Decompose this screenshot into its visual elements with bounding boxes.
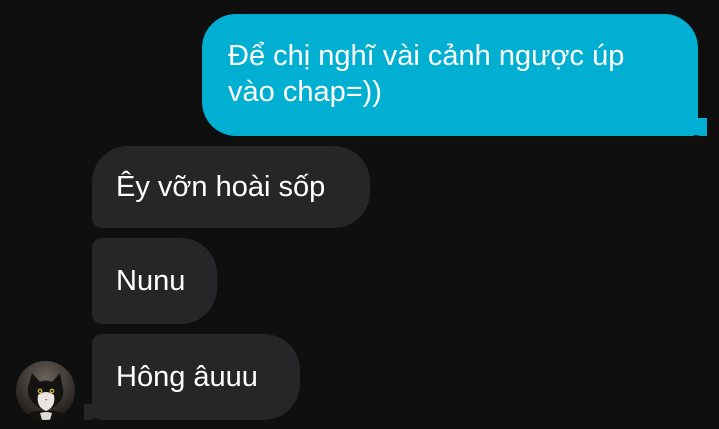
cat-photo-icon <box>16 361 75 420</box>
message-text: Nunu <box>116 265 186 297</box>
sender-avatar[interactable] <box>16 361 75 420</box>
message-text: Hông âuuu <box>116 361 258 393</box>
message-thread: Để chị nghĩ vài cảnh ngược úp vào chap=)… <box>0 0 719 429</box>
incoming-message-bubble[interactable]: Hông âuuu <box>84 334 300 420</box>
message-text: Êy vỡn hoài sốp <box>116 171 326 203</box>
message-text: Để chị nghĩ vài cảnh ngược úp vào chap=)… <box>228 40 625 108</box>
incoming-message-bubble[interactable]: Nunu <box>92 238 217 324</box>
outgoing-message-bubble[interactable]: Để chị nghĩ vài cảnh ngược úp vào chap=)… <box>202 14 707 136</box>
incoming-message-bubble[interactable]: Êy vỡn hoài sốp <box>92 146 370 228</box>
bubble-tail <box>687 118 707 136</box>
bubble-tail <box>84 404 102 420</box>
